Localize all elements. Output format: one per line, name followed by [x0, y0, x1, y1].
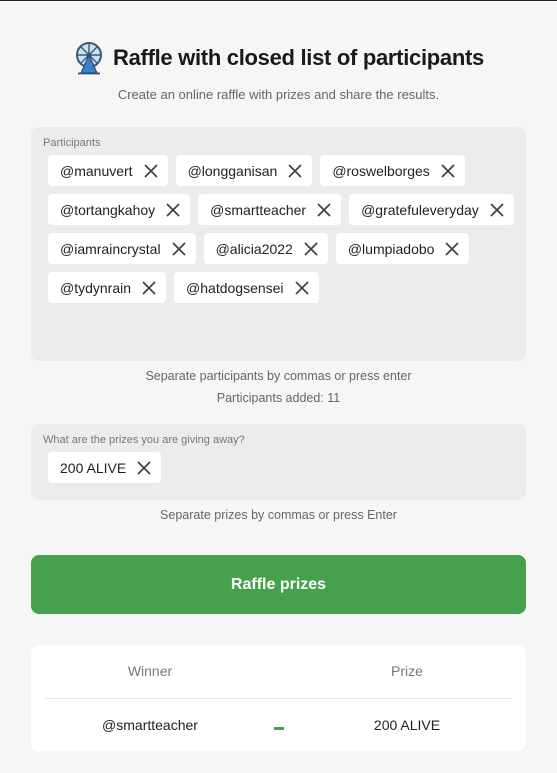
- participants-field[interactable]: Participants @manuvert @longganisan @ros…: [31, 127, 526, 361]
- results-table: Winner Prize @smartteacher 200 ALIVE: [31, 645, 526, 751]
- participant-chip: @gratefuleveryday: [349, 194, 514, 225]
- prize-cell: 200 ALIVE: [373, 717, 441, 733]
- chip-label: @roswelborges: [332, 162, 430, 179]
- results-divider: [45, 698, 512, 699]
- chip-label: @tortangkahoy: [60, 201, 156, 218]
- participants-helper-text: Separate participants by commas or press…: [145, 369, 412, 383]
- participant-chip: @longganisan: [175, 155, 313, 186]
- winner-cell: @smartteacher: [102, 717, 198, 733]
- chip-label: @smartteacher: [210, 201, 307, 218]
- participant-chip: @manuvert: [48, 155, 168, 186]
- table-row: @smartteacher 200 ALIVE: [45, 717, 512, 737]
- chip-label: @alicia2022: [215, 240, 293, 257]
- close-icon[interactable]: [135, 459, 153, 477]
- close-icon[interactable]: [443, 240, 461, 258]
- prizes-field[interactable]: What are the prizes you are giving away?…: [31, 424, 526, 500]
- close-icon[interactable]: [164, 201, 182, 219]
- page-subtitle: Create an online raffle with prizes and …: [117, 87, 440, 102]
- prize-column-header: Prize: [391, 663, 423, 679]
- participants-label: Participants: [43, 137, 101, 149]
- participants-chip-list: @manuvert @longganisan @roswelborges @to…: [48, 155, 518, 303]
- participant-chip: @smartteacher: [198, 194, 342, 225]
- participant-chip: @lumpiadobo: [335, 233, 470, 264]
- close-icon[interactable]: [293, 279, 311, 297]
- dash-icon: [273, 726, 284, 730]
- chip-label: @tydynrain: [60, 279, 132, 296]
- close-icon[interactable]: [140, 279, 158, 297]
- results-header: Winner Prize: [45, 663, 512, 683]
- close-icon[interactable]: [315, 201, 333, 219]
- page-header: Raffle with closed list of participants: [0, 41, 557, 75]
- participant-chip: @tortangkahoy: [48, 194, 191, 225]
- prizes-helper-text: Separate prizes by commas or press Enter: [160, 508, 397, 522]
- raffle-prizes-button[interactable]: Raffle prizes: [31, 555, 526, 614]
- chip-label: @gratefuleveryday: [361, 201, 479, 218]
- prize-chip: 200 ALIVE: [48, 452, 162, 483]
- close-icon[interactable]: [488, 201, 506, 219]
- winner-column-header: Winner: [127, 663, 173, 679]
- close-icon[interactable]: [286, 162, 304, 180]
- chip-label: @lumpiadobo: [347, 240, 435, 257]
- participant-chip: @iamraincrystal: [48, 233, 196, 264]
- participant-chip: @alicia2022: [203, 233, 328, 264]
- chip-label: @hatdogsensei: [186, 279, 284, 296]
- ferris-wheel-icon: [76, 42, 103, 75]
- prizes-chip-list: 200 ALIVE: [48, 452, 518, 483]
- chip-label: @iamraincrystal: [60, 240, 161, 257]
- chip-label: 200 ALIVE: [60, 459, 127, 476]
- participants-count: Participants added: 11: [216, 391, 341, 405]
- participant-chip: @roswelborges: [320, 155, 465, 186]
- participant-chip: @tydynrain: [48, 272, 167, 303]
- chip-label: @longganisan: [187, 162, 278, 179]
- participant-chip: @hatdogsensei: [174, 272, 319, 303]
- close-icon[interactable]: [302, 240, 320, 258]
- prizes-label: What are the prizes you are giving away?: [43, 434, 245, 446]
- close-icon[interactable]: [439, 162, 457, 180]
- close-icon[interactable]: [142, 162, 160, 180]
- chip-label: @manuvert: [60, 162, 133, 179]
- page-title: Raffle with closed list of participants: [113, 45, 484, 70]
- close-icon[interactable]: [170, 240, 188, 258]
